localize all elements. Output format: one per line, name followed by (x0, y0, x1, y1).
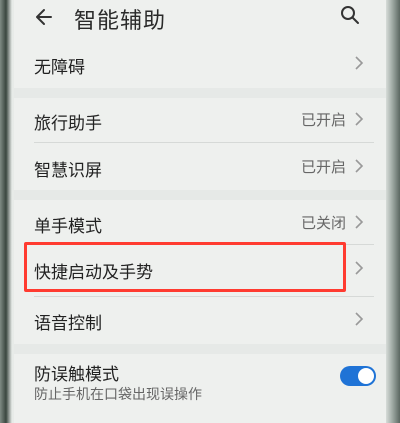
settings-screen: 智能辅助 无障碍 旅行助手 已开启 智慧识屏 已开启 单手模式 已关闭 快捷启动… (14, 0, 386, 423)
setting-label: 旅行助手 (34, 114, 102, 134)
toggle-knob (358, 368, 374, 384)
chevron-right-icon (355, 312, 364, 326)
chevron-right-icon (355, 56, 364, 70)
setting-label: 防误触模式 (34, 365, 119, 385)
setting-label: 单手模式 (34, 217, 102, 237)
pocket-mode-toggle[interactable] (340, 366, 376, 386)
phone-frame: 智能辅助 无障碍 旅行助手 已开启 智慧识屏 已开启 单手模式 已关闭 快捷启动… (0, 0, 400, 423)
setting-row-pocket-mode: 防误触模式 防止手机在口袋出现误操作 (14, 356, 386, 416)
chevron-right-icon (355, 261, 364, 275)
setting-label: 语音控制 (34, 314, 102, 334)
page-title: 智能辅助 (74, 9, 167, 34)
setting-status: 已开启 (300, 158, 346, 176)
chevron-right-icon (355, 112, 364, 126)
setting-row-accessibility[interactable]: 无障碍 (14, 44, 386, 82)
setting-row-smart-screen[interactable]: 智慧识屏 已开启 (14, 147, 386, 185)
row-divider (34, 296, 374, 297)
back-arrow-icon[interactable] (32, 6, 54, 28)
row-divider (34, 142, 374, 143)
chevron-right-icon (355, 159, 364, 173)
search-icon[interactable] (340, 5, 360, 25)
setting-status: 已关闭 (300, 214, 346, 232)
setting-label: 无障碍 (34, 58, 85, 78)
top-bar: 智能辅助 (14, 0, 386, 36)
setting-label: 智慧识屏 (34, 161, 102, 181)
setting-row-voice-control[interactable]: 语音控制 (14, 300, 386, 340)
highlight-box (24, 242, 346, 292)
setting-description: 防止手机在口袋出现误操作 (34, 387, 202, 403)
setting-status: 已开启 (300, 111, 346, 129)
section-divider (14, 344, 386, 354)
setting-row-one-hand-mode[interactable]: 单手模式 已关闭 (14, 203, 386, 241)
chevron-right-icon (355, 215, 364, 229)
setting-row-travel-assistant[interactable]: 旅行助手 已开启 (14, 100, 386, 138)
section-divider (14, 190, 386, 200)
section-divider (14, 88, 386, 98)
